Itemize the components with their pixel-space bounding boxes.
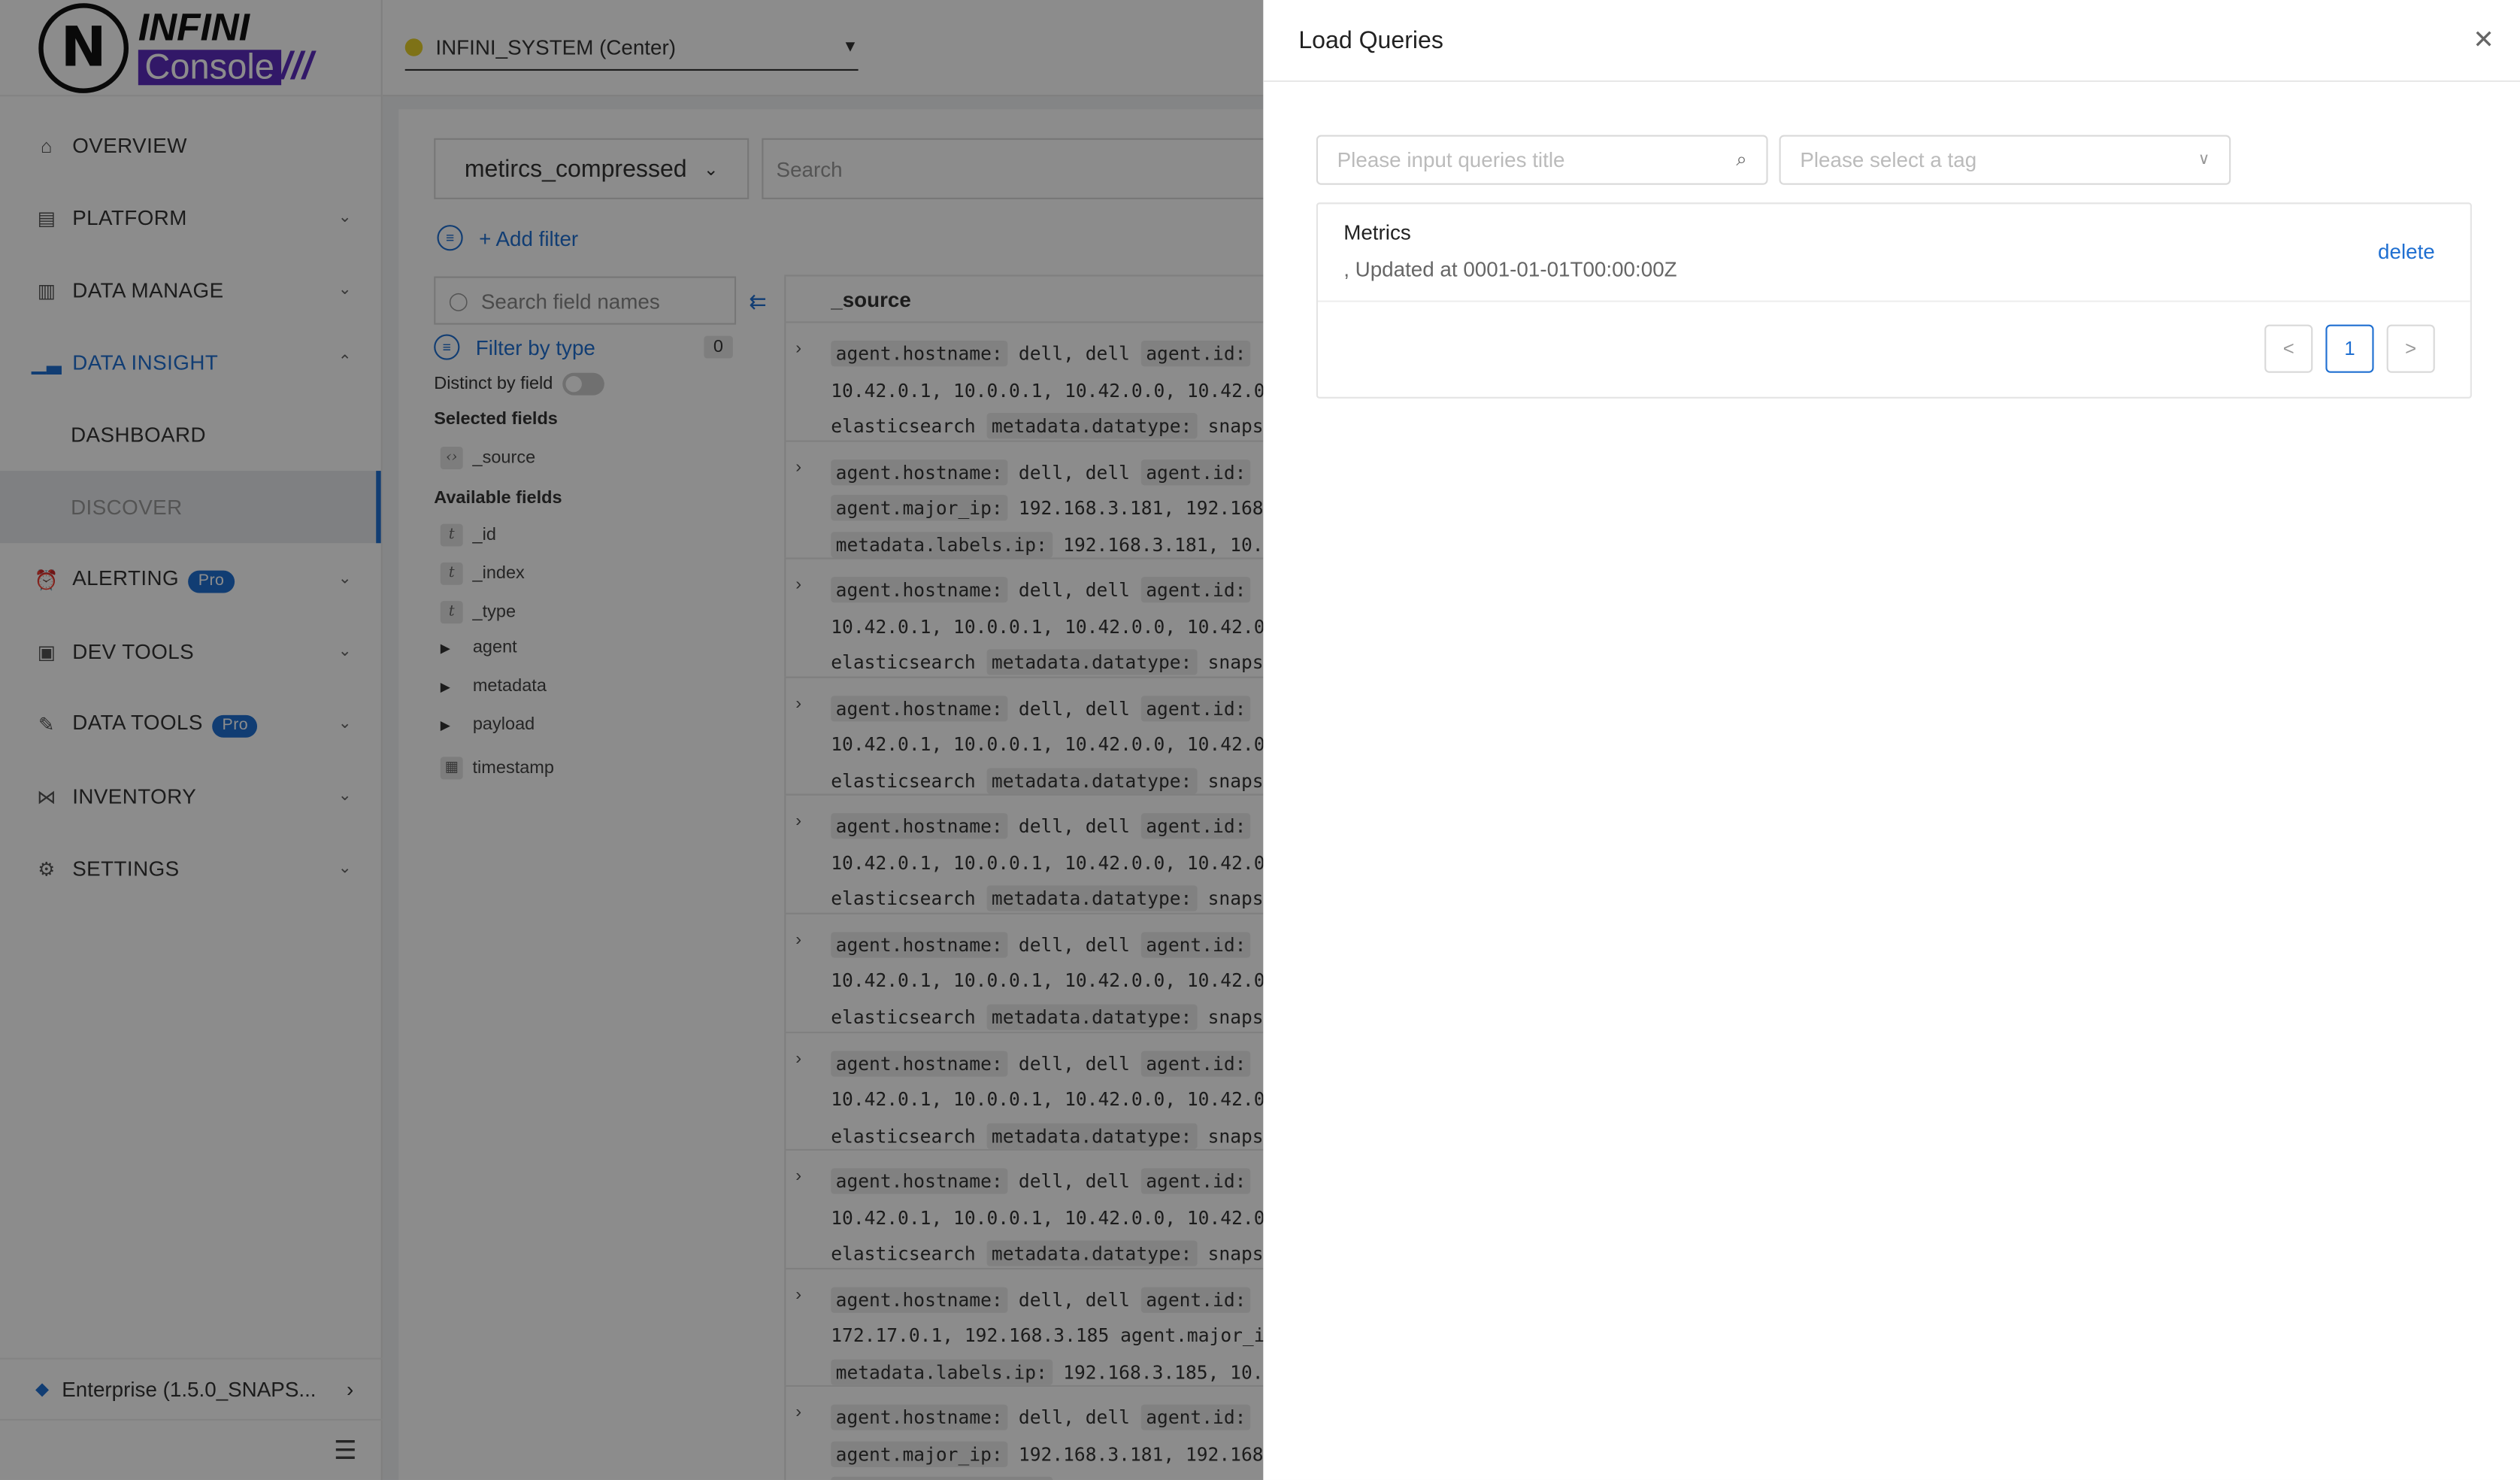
pagination: < 1 > [2264, 324, 2435, 373]
search-icon: ⌕ [1736, 147, 1747, 171]
tag-placeholder: Please select a tag [1800, 147, 1977, 172]
load-queries-drawer: Load Queries ✕ Please input queries titl… [1263, 0, 2520, 1480]
close-icon[interactable]: ✕ [2473, 24, 2494, 56]
search-placeholder: Please input queries title [1337, 147, 1565, 172]
page-1-button[interactable]: 1 [2325, 324, 2374, 373]
queries-list: Metrics , Updated at 0001-01-01T00:00:00… [1316, 202, 2472, 399]
chevron-down-icon: ∨ [2197, 150, 2210, 169]
prev-page-button[interactable]: < [2264, 324, 2313, 373]
next-page-button[interactable]: > [2386, 324, 2435, 373]
drawer-title: Load Queries [1298, 26, 1443, 54]
app-root: N INFINI Console/// ⌂ OVERVIEW ▤ PLATFORM ⌄… [0, 0, 2520, 1480]
queries-title-search-input[interactable]: Please input queries title ⌕ [1316, 135, 1768, 185]
delete-query-link[interactable]: delete [2378, 239, 2435, 263]
tag-select[interactable]: Please select a tag ∨ [1779, 135, 2231, 185]
list-item[interactable]: Metrics , Updated at 0001-01-01T00:00:00… [1317, 204, 2470, 302]
query-updated-at: , Updated at 0001-01-01T00:00:00Z [1343, 256, 1677, 281]
query-name: Metrics [1343, 220, 1411, 244]
